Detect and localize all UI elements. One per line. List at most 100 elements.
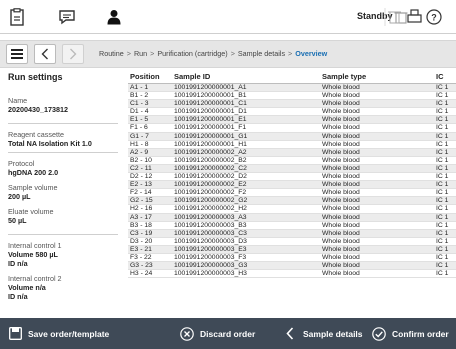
- cell-sample-id: 1001991200000002_F2: [174, 189, 247, 197]
- table-row[interactable]: C1 - 3 1001991200000001_C1 Whole blood IC 1: [128, 100, 456, 109]
- table-row[interactable]: H2 - 16 1001991200000002_H2 Whole blood IC …: [128, 205, 456, 214]
- message-icon[interactable]: [54, 4, 80, 30]
- sample-table: Position Sample ID Sample type IC A1 - 1…: [128, 72, 456, 279]
- cell-position: F2 - 14: [130, 189, 152, 197]
- ic2-id: ID n/a: [8, 292, 28, 301]
- sample-volume-value: 200 µL: [8, 192, 31, 201]
- reagent-label: Reagent cassette: [8, 130, 64, 139]
- table-row[interactable]: A1 - 1 1001991200000001_A1 Whole blood IC 1: [128, 84, 456, 93]
- cell-ic: IC 1: [436, 156, 449, 164]
- cell-position: D2 - 12: [130, 173, 153, 181]
- discard-order-label: Discard order: [200, 328, 256, 339]
- sample-volume-label: Sample volume: [8, 183, 58, 192]
- cell-sample-type: Whole blood: [322, 197, 360, 205]
- table-row[interactable]: A3 - 17 1001991200000003_A3 Whole blood IC …: [128, 213, 456, 222]
- cell-ic: IC 1: [436, 229, 449, 237]
- cell-sample-type: Whole blood: [322, 221, 360, 229]
- table-row[interactable]: G2 - 15 1001991200000002_G2 Whole blood IC …: [128, 197, 456, 206]
- cell-position: E1 - 5: [130, 116, 149, 124]
- save-order-button[interactable]: Save order/template: [8, 322, 109, 345]
- header-sample-type[interactable]: Sample type: [322, 72, 366, 81]
- confirm-order-button[interactable]: Confirm order: [372, 322, 449, 345]
- table-row[interactable]: F1 - 6 1001991200000001_F1 Whole blood IC 1: [128, 124, 456, 133]
- cell-ic: IC 1: [436, 245, 449, 253]
- table-row[interactable]: E3 - 21 1001991200000003_E3 Whole blood IC …: [128, 245, 456, 254]
- table-row[interactable]: D1 - 4 1001991200000001_D1 Whole blood IC 1: [128, 108, 456, 117]
- table-row[interactable]: C2 - 11 1001991200000002_C2 Whole blood IC …: [128, 164, 456, 174]
- header-position[interactable]: Position: [130, 72, 160, 81]
- cell-sample-id: 1001991200000001_B1: [174, 92, 247, 100]
- cell-sample-id: 1001991200000002_A2: [174, 148, 247, 156]
- header-sample-id[interactable]: Sample ID: [174, 72, 210, 81]
- cell-sample-id: 1001991200000003_E3: [174, 245, 247, 253]
- forward-button[interactable]: [62, 44, 84, 64]
- table-row[interactable]: C3 - 19 1001991200000003_C3 Whole blood IC …: [128, 229, 456, 238]
- cell-sample-type: Whole blood: [322, 164, 360, 172]
- ic1-volume: Volume 580 µL: [8, 250, 58, 259]
- breadcrumb: Routine > Run > Purification (cartridge) > Sam…: [99, 49, 328, 58]
- cell-position: C2 - 11: [130, 164, 152, 172]
- divider: [8, 234, 118, 235]
- cell-sample-type: Whole blood: [322, 108, 360, 116]
- cell-sample-id: 1001991200000001_G1: [174, 132, 248, 140]
- breadcrumb-purification[interactable]: Purification (cartridge): [157, 49, 227, 58]
- cell-ic: IC 1: [436, 205, 449, 213]
- cell-position: A2 - 9: [130, 148, 149, 156]
- clipboard-icon[interactable]: [4, 4, 30, 30]
- cell-sample-type: Whole blood: [322, 148, 360, 156]
- cell-position: B2 - 10: [130, 156, 152, 164]
- cell-sample-id: 1001991200000002_D2: [174, 173, 247, 181]
- confirm-order-label: Confirm order: [392, 328, 449, 339]
- breadcrumb-sample-details[interactable]: Sample details: [238, 49, 285, 58]
- breadcrumb-run[interactable]: Run: [134, 49, 147, 58]
- table-row[interactable]: D3 - 20 1001991200000003_D3 Whole blood IC …: [128, 238, 456, 246]
- table-row[interactable]: E1 - 5 1001991200000001_E1 Whole blood IC 1: [128, 116, 456, 125]
- cell-ic: IC 1: [436, 262, 449, 270]
- table-row[interactable]: G1 - 7 1001991200000001_G1 Whole blood IC 1: [128, 132, 456, 141]
- table-row[interactable]: B3 - 18 1001991200000003_B3 Whole blood IC …: [128, 222, 456, 230]
- table-row[interactable]: G3 - 23 1001991200000003_G3 Whole blood IC …: [128, 262, 456, 271]
- cell-position: D3 - 20: [130, 237, 153, 245]
- cell-sample-type: Whole blood: [322, 181, 360, 189]
- check-circle-icon: [372, 326, 386, 341]
- cell-ic: IC 1: [436, 92, 449, 100]
- menu-icon[interactable]: [6, 44, 28, 64]
- nav-bar: Routine > Run > Purification (cartridge) > Sam…: [0, 40, 456, 68]
- discard-order-button[interactable]: Discard order: [180, 322, 255, 345]
- cell-sample-id: 1001991200000002_B2: [174, 156, 247, 164]
- table-row[interactable]: F2 - 14 1001991200000002_F2 Whole blood IC …: [128, 189, 456, 198]
- table-row[interactable]: A2 - 9 1001991200000002_A2 Whole blood IC 1: [128, 148, 456, 157]
- back-button[interactable]: [34, 44, 56, 64]
- sample-details-button[interactable]: Sample details: [283, 322, 363, 345]
- ic1-id: ID n/a: [8, 259, 28, 268]
- bottom-action-bar: Save order/template Discard order Sample…: [0, 318, 456, 349]
- cell-ic: IC 1: [436, 84, 449, 91]
- save-order-label: Save order/template: [28, 328, 110, 339]
- cell-ic: IC 1: [436, 108, 449, 116]
- cell-position: E2 - 13: [130, 181, 152, 189]
- breadcrumb-overview: Overview: [295, 49, 328, 58]
- ic1-label: Internal control 1: [8, 241, 62, 250]
- cell-sample-type: Whole blood: [322, 229, 360, 237]
- table-row[interactable]: E2 - 13 1001991200000002_E2 Whole blood IC …: [128, 181, 456, 190]
- cell-ic: IC 1: [436, 270, 449, 278]
- cell-ic: IC 1: [436, 181, 449, 189]
- table-row[interactable]: B2 - 10 1001991200000002_B2 Whole blood IC …: [128, 157, 456, 165]
- user-icon[interactable]: [101, 4, 127, 30]
- cell-ic: IC 1: [436, 253, 449, 261]
- table-row[interactable]: F3 - 22 1001991200000003_F3 Whole blood IC …: [128, 253, 456, 263]
- table-row[interactable]: H1 - 8 1001991200000001_H1 Whole blood IC 1: [128, 141, 456, 149]
- cell-sample-type: Whole blood: [322, 84, 360, 91]
- cell-ic: IC 1: [436, 173, 449, 181]
- reagent-value: Total NA Isolation Kit 1.0: [8, 139, 92, 148]
- cell-position: C1 - 3: [130, 100, 149, 108]
- table-row[interactable]: D2 - 12 1001991200000002_D2 Whole blood IC …: [128, 173, 456, 182]
- table-row[interactable]: H3 - 24 1001991200000003_H3 Whole blood IC …: [128, 270, 456, 279]
- header-ic[interactable]: IC: [436, 72, 444, 81]
- cell-position: G1 - 7: [130, 132, 149, 140]
- breadcrumb-routine[interactable]: Routine: [99, 49, 124, 58]
- cell-ic: IC 1: [436, 148, 449, 156]
- table-row[interactable]: B1 - 2 1001991200000001_B1 Whole blood IC 1: [128, 92, 456, 101]
- divider: [8, 123, 118, 124]
- close-circle-icon: [180, 326, 194, 341]
